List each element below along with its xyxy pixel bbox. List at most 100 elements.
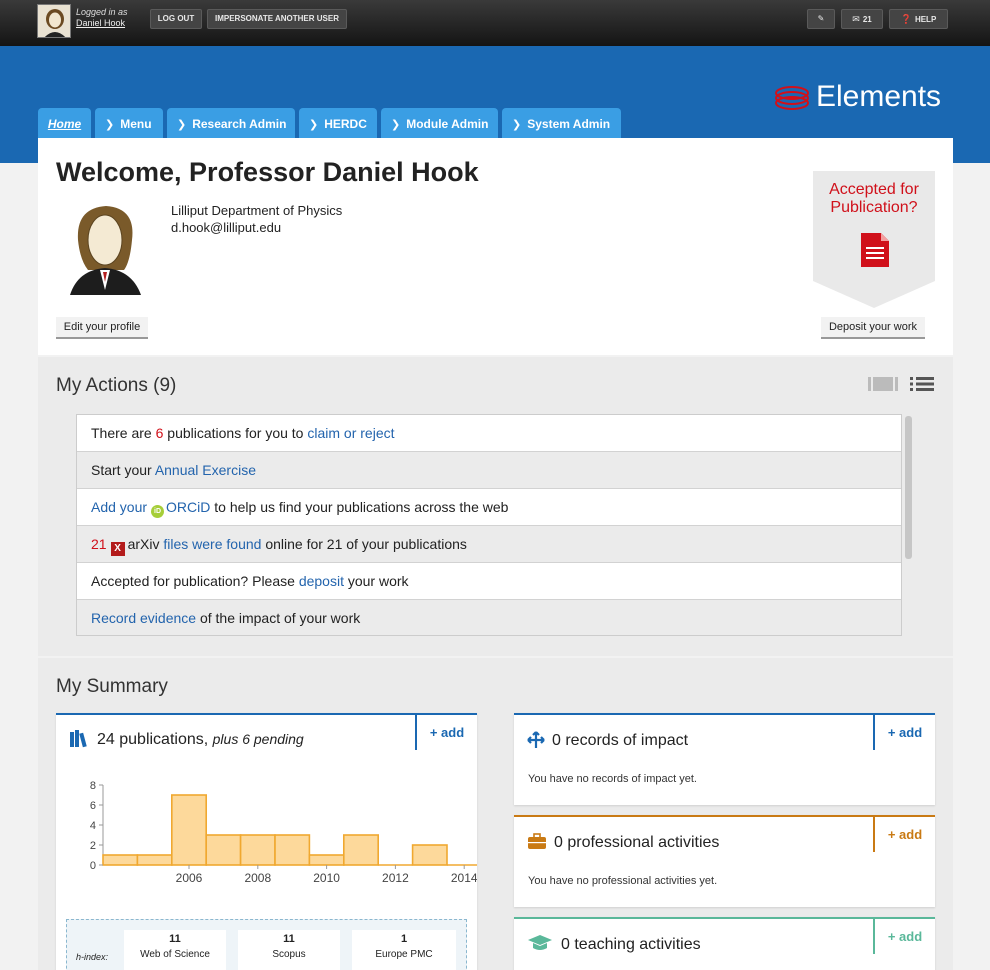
chevron-right-icon: ❯ [177, 119, 187, 131]
email-text: d.hook@lilliput.edu [171, 220, 282, 235]
messages-count: 21 [862, 15, 872, 24]
x-tick-label: 2012 [382, 871, 409, 885]
professional-card: + add 0 professional activities You have… [514, 815, 935, 907]
x-tick-label: 2008 [244, 871, 271, 885]
chart-bar[interactable] [342, 834, 379, 866]
h-index-scopus[interactable]: 11 Scopus [238, 930, 340, 970]
chevron-right-icon: ❯ [309, 119, 319, 131]
h-index-source: Europe PMC [375, 949, 433, 960]
row-text: your work [343, 573, 409, 589]
list-view-icon[interactable] [910, 377, 934, 391]
impersonate-button[interactable]: IMPERSONATE ANOTHER USER [207, 9, 347, 29]
help-icon: ❓ [900, 14, 912, 24]
user-details: Lilliput Department of Physics d.hook@li… [171, 202, 342, 236]
publications-pending: plus 6 pending [212, 731, 304, 747]
chart-bar[interactable] [239, 834, 276, 866]
record-evidence-link[interactable]: Record evidence [91, 610, 196, 626]
orcid-icon: iD [151, 505, 165, 518]
h-index-source: Scopus [272, 949, 306, 960]
arxiv-count: 21 [91, 536, 107, 552]
chart-bar[interactable] [411, 844, 448, 866]
add-orcid-link[interactable]: Add your [91, 499, 147, 515]
view-toggle[interactable] [868, 376, 936, 392]
chart-bar[interactable] [171, 794, 208, 866]
list-item: 21 XarXiv files were found online for 21 … [77, 526, 901, 563]
claim-reject-link[interactable]: claim or reject [307, 425, 394, 441]
orcid-link[interactable]: ORCiD [166, 499, 210, 515]
professional-note: You have no professional activities yet. [528, 875, 718, 887]
help-button[interactable]: ❓ HELP [889, 9, 948, 29]
tab-herdc-label: HERDC [324, 117, 367, 131]
arxiv-icon: X [110, 542, 125, 556]
row-text: online for 21 of your publications [261, 536, 467, 552]
profile-photo [70, 206, 141, 295]
tab-home[interactable]: Home [38, 108, 91, 138]
deposit-work-button[interactable]: Deposit your work [821, 317, 925, 339]
tab-research-admin[interactable]: ❯ Research Admin [167, 108, 295, 138]
chart-bar[interactable] [274, 834, 311, 866]
logged-in-label: Logged in as [76, 7, 128, 17]
chart-bar[interactable] [102, 854, 139, 866]
user-name-link[interactable]: Daniel Hook [76, 18, 125, 28]
impact-title: 0 records of impact [552, 732, 689, 749]
help-label: HELP [914, 15, 937, 24]
card-view-icon[interactable] [868, 377, 898, 391]
x-tick-label: 2006 [176, 871, 203, 885]
list-item: Accepted for publication? Please deposit… [77, 563, 901, 600]
brand-name[interactable]: Elements [816, 80, 941, 114]
list-item: Start your Annual Exercise [77, 452, 901, 489]
tab-module-admin-label: Module Admin [406, 117, 489, 131]
my-summary-title: My Summary [56, 676, 168, 697]
h-index-europe-pmc[interactable]: 1 Europe PMC [352, 930, 456, 970]
tab-menu[interactable]: ❯ Menu [95, 108, 163, 138]
pin-button[interactable]: ✎ [807, 9, 835, 29]
y-tick-label: 6 [90, 800, 96, 812]
add-professional-button[interactable]: + add [873, 817, 935, 852]
user-avatar[interactable] [37, 4, 71, 38]
files-found-link[interactable]: files were found [163, 536, 261, 552]
tab-herdc[interactable]: ❯ HERDC [299, 108, 377, 138]
messages-button[interactable]: ✉ 21 [841, 9, 883, 29]
h-index-source: Web of Science [140, 949, 210, 960]
my-actions-title: My Actions (9) [56, 375, 177, 396]
row-text: to help us find your publications across… [210, 499, 509, 515]
row-text: Start your [91, 462, 155, 478]
add-publication-button[interactable]: + add [415, 715, 477, 750]
y-tick-label: 0 [90, 860, 96, 872]
annual-exercise-link[interactable]: Annual Exercise [155, 462, 256, 478]
tab-menu-label: Menu [120, 117, 152, 131]
deposit-link[interactable]: deposit [299, 573, 344, 589]
h-index-web-of-science[interactable]: 11 Web of Science [124, 930, 226, 970]
chevron-right-icon: ❯ [512, 119, 522, 131]
chart-bar[interactable] [136, 854, 173, 866]
mail-icon: ✉ [852, 14, 860, 24]
chart-bar[interactable] [205, 834, 242, 866]
logout-button[interactable]: LOG OUT [150, 9, 202, 29]
row-text: publications for you to [163, 425, 308, 441]
impact-note: You have no records of impact yet. [528, 773, 697, 785]
tab-system-admin[interactable]: ❯ System Admin [502, 108, 621, 138]
scrollbar-thumb[interactable] [905, 416, 912, 559]
publications-chart: 0 2 4 6 8 2006 2008 2010 2012 2014 [90, 780, 477, 885]
elements-logo-icon [775, 86, 809, 110]
h-index-value: 1 [400, 933, 408, 945]
chevron-right-icon: ❯ [105, 119, 115, 131]
pin-icon: ✎ [817, 14, 825, 23]
accepted-line2: Publication? [830, 199, 918, 216]
h-index-label: h-index: [76, 952, 109, 962]
x-tick-label: 2014 [451, 871, 477, 885]
row-text: of the impact of your work [196, 610, 361, 626]
chevron-right-icon: ❯ [391, 119, 401, 131]
tab-module-admin[interactable]: ❯ Module Admin [381, 108, 498, 138]
accepted-heading: Accepted for Publication? [813, 181, 935, 217]
add-teaching-button[interactable]: + add [873, 919, 935, 954]
department-text: Lilliput Department of Physics [171, 203, 343, 218]
actions-list: There are 6 publications for you to clai… [76, 414, 902, 636]
publications-title: 24 publications, plus 6 pending [97, 731, 304, 749]
row-text: There are [91, 425, 156, 441]
add-impact-button[interactable]: + add [873, 715, 935, 750]
edit-profile-button[interactable]: Edit your profile [56, 317, 148, 339]
publications-count: 24 publications, [97, 731, 209, 748]
chart-bar[interactable] [308, 854, 345, 866]
professional-title: 0 professional activities [554, 834, 720, 851]
